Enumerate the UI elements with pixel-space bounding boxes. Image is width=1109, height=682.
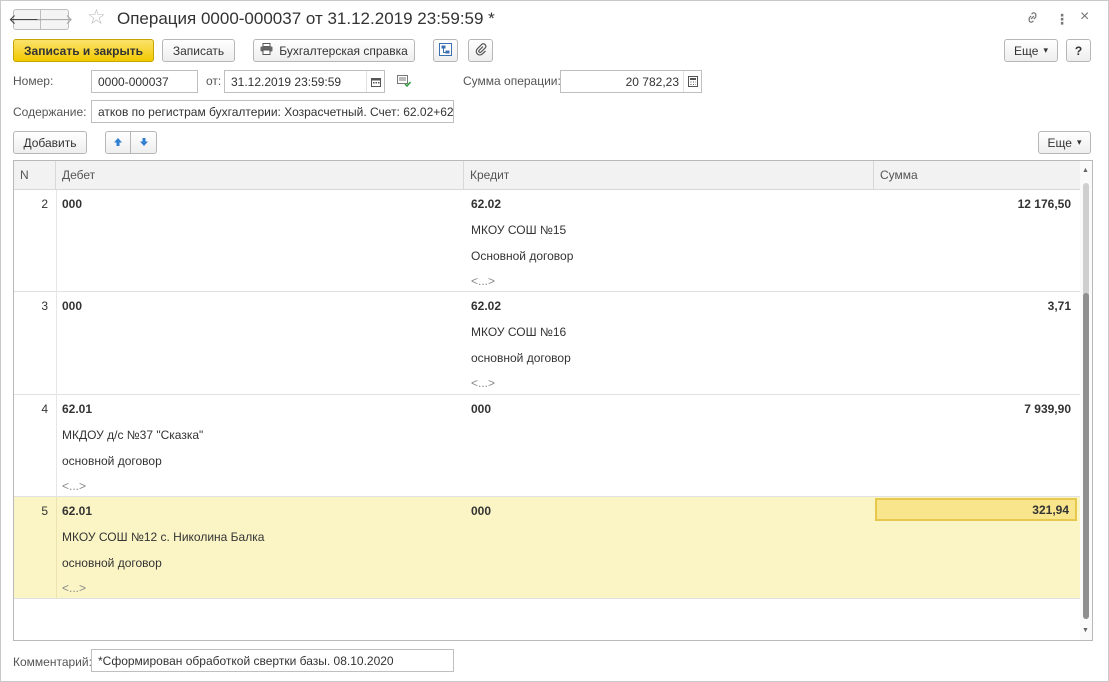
column-divider <box>56 497 57 599</box>
paperclip-icon <box>475 42 487 59</box>
page-title: Операция 0000-000037 от 31.12.2019 23:59… <box>117 9 495 28</box>
calendar-icon[interactable] <box>366 71 384 92</box>
column-divider <box>56 395 57 497</box>
credit-contract: Основной договор <box>471 249 574 263</box>
credit-counterparty: МКОУ СОШ №15 <box>471 223 567 237</box>
chevron-down-icon: ▾ <box>1076 137 1082 147</box>
date-value: 31.12.2019 23:59:59 <box>231 74 342 89</box>
scrollbar-thumb[interactable] <box>1083 293 1089 619</box>
row-number: 4 <box>41 402 48 416</box>
scroll-up-icon[interactable]: ▲ <box>1082 167 1089 174</box>
arrow-right-icon: 🡒 <box>35 11 74 27</box>
arrow-up-icon <box>113 136 123 150</box>
sum-field[interactable]: 20 782,23 <box>560 70 702 93</box>
column-divider <box>56 190 57 292</box>
table-row[interactable]: 2 000 62.02 МКОУ СОШ №15 Основной догово… <box>14 190 1080 292</box>
add-row-button[interactable]: Добавить <box>13 131 87 154</box>
content-field[interactable]: атков по регистрам бухгалтерии: Хозрасче… <box>91 100 454 123</box>
debit-contract[interactable]: основной договор <box>62 556 162 570</box>
sum-value: 20 782,23 <box>625 74 679 89</box>
column-header-debit[interactable]: Дебет <box>56 161 464 190</box>
debit-subconto: <...> <box>62 479 87 493</box>
more-vert-icon[interactable]: ⋮ <box>1055 10 1069 28</box>
chevron-down-icon: ▾ <box>1043 45 1048 55</box>
row-sum: 7 939,90 <box>1024 402 1071 416</box>
debit-contract: основной договор <box>62 454 162 468</box>
date-label: от: <box>206 74 222 88</box>
credit-contract: основной договор <box>471 351 571 365</box>
move-up-button[interactable] <box>105 131 131 154</box>
row-number: 5 <box>41 504 48 518</box>
content-label: Содержание: <box>13 105 87 119</box>
date-field[interactable]: 31.12.2019 23:59:59 <box>224 70 385 93</box>
save-and-close-button[interactable]: Записать и закрыть <box>13 39 154 62</box>
document-check-icon[interactable] <box>397 75 412 90</box>
row-number: 3 <box>41 299 48 313</box>
comment-field[interactable]: *Сформирован обработкой свертки базы. 08… <box>91 649 454 672</box>
link-icon[interactable] <box>1025 10 1040 29</box>
debit-counterparty: МКДОУ д/с №37 "Сказка" <box>62 428 204 442</box>
printer-icon <box>260 43 273 58</box>
move-down-button[interactable] <box>130 131 157 154</box>
operation-window: 🡐 🡒 ☆ Операция 0000-000037 от 31.12.2019… <box>0 0 1109 682</box>
column-header-sum[interactable]: Сумма <box>874 161 1082 190</box>
column-divider <box>56 292 57 395</box>
table-more-button[interactable]: Еще ▾ <box>1038 131 1091 154</box>
table-scrollbar[interactable]: ▲ ▼ <box>1080 161 1092 640</box>
forward-button[interactable]: 🡒 <box>36 9 73 30</box>
star-icon[interactable]: ☆ <box>87 6 106 30</box>
attach-button[interactable] <box>468 39 493 62</box>
table-row[interactable]: 4 62.01 МКДОУ д/с №37 "Сказка" основной … <box>14 395 1080 497</box>
save-button[interactable]: Записать <box>162 39 235 62</box>
debit-account[interactable]: 62.01 <box>62 504 92 518</box>
row-number: 2 <box>41 197 48 211</box>
row-sum-selected[interactable]: 321,94 <box>875 498 1077 521</box>
more-button[interactable]: Еще ▾ <box>1004 39 1058 62</box>
number-field[interactable]: 0000-000037 <box>91 70 198 93</box>
structure-button[interactable] <box>433 39 458 62</box>
debit-account: 000 <box>62 299 83 313</box>
credit-account: 000 <box>471 402 492 416</box>
row-sum: 12 176,50 <box>1017 197 1071 211</box>
accounting-report-button[interactable]: Бухгалтерская справка <box>253 39 415 62</box>
table-more-label: Еще <box>1047 135 1072 150</box>
table-row-selected[interactable]: 5 62.01 МКОУ СОШ №12 с. Николина Балка о… <box>14 497 1080 599</box>
debit-account: 000 <box>62 197 83 211</box>
accounting-report-label: Бухгалтерская справка <box>279 43 408 58</box>
credit-counterparty: МКОУ СОШ №16 <box>471 325 567 339</box>
column-header-credit[interactable]: Кредит <box>464 161 874 190</box>
scrollbar-track <box>1083 183 1089 619</box>
credit-account: 62.02 <box>471 299 502 313</box>
structure-icon <box>439 42 452 59</box>
comment-label: Комментарий: <box>13 655 92 669</box>
more-label: Еще <box>1014 43 1039 58</box>
credit-subconto: <...> <box>471 376 496 390</box>
credit-subconto: <...> <box>471 274 496 288</box>
arrow-down-icon <box>139 136 149 150</box>
sum-label: Сумма операции: <box>463 74 561 88</box>
column-header-n[interactable]: N <box>14 161 56 190</box>
scroll-down-icon[interactable]: ▼ <box>1082 627 1089 634</box>
credit-account[interactable]: 000 <box>471 504 491 518</box>
row-sum: 3,71 <box>1047 299 1071 313</box>
debit-counterparty[interactable]: МКОУ СОШ №12 с. Николина Балка <box>62 530 264 544</box>
debit-subconto[interactable]: <...> <box>62 581 86 595</box>
credit-account: 62.02 <box>471 197 502 211</box>
help-button[interactable]: ? <box>1066 39 1091 62</box>
entries-table[interactable]: N Дебет Кредит Сумма 2 000 62.02 МКОУ СО… <box>13 160 1093 641</box>
close-icon[interactable]: × <box>1080 8 1089 26</box>
number-label: Номер: <box>13 74 54 88</box>
table-header: N Дебет Кредит Сумма <box>14 161 1082 190</box>
debit-account: 62.01 <box>62 402 93 416</box>
calculator-icon[interactable] <box>683 71 701 92</box>
table-row[interactable]: 3 000 62.02 МКОУ СОШ №16 основной догово… <box>14 292 1080 395</box>
title-bar: 🡐 🡒 ☆ Операция 0000-000037 от 31.12.2019… <box>1 1 1108 37</box>
